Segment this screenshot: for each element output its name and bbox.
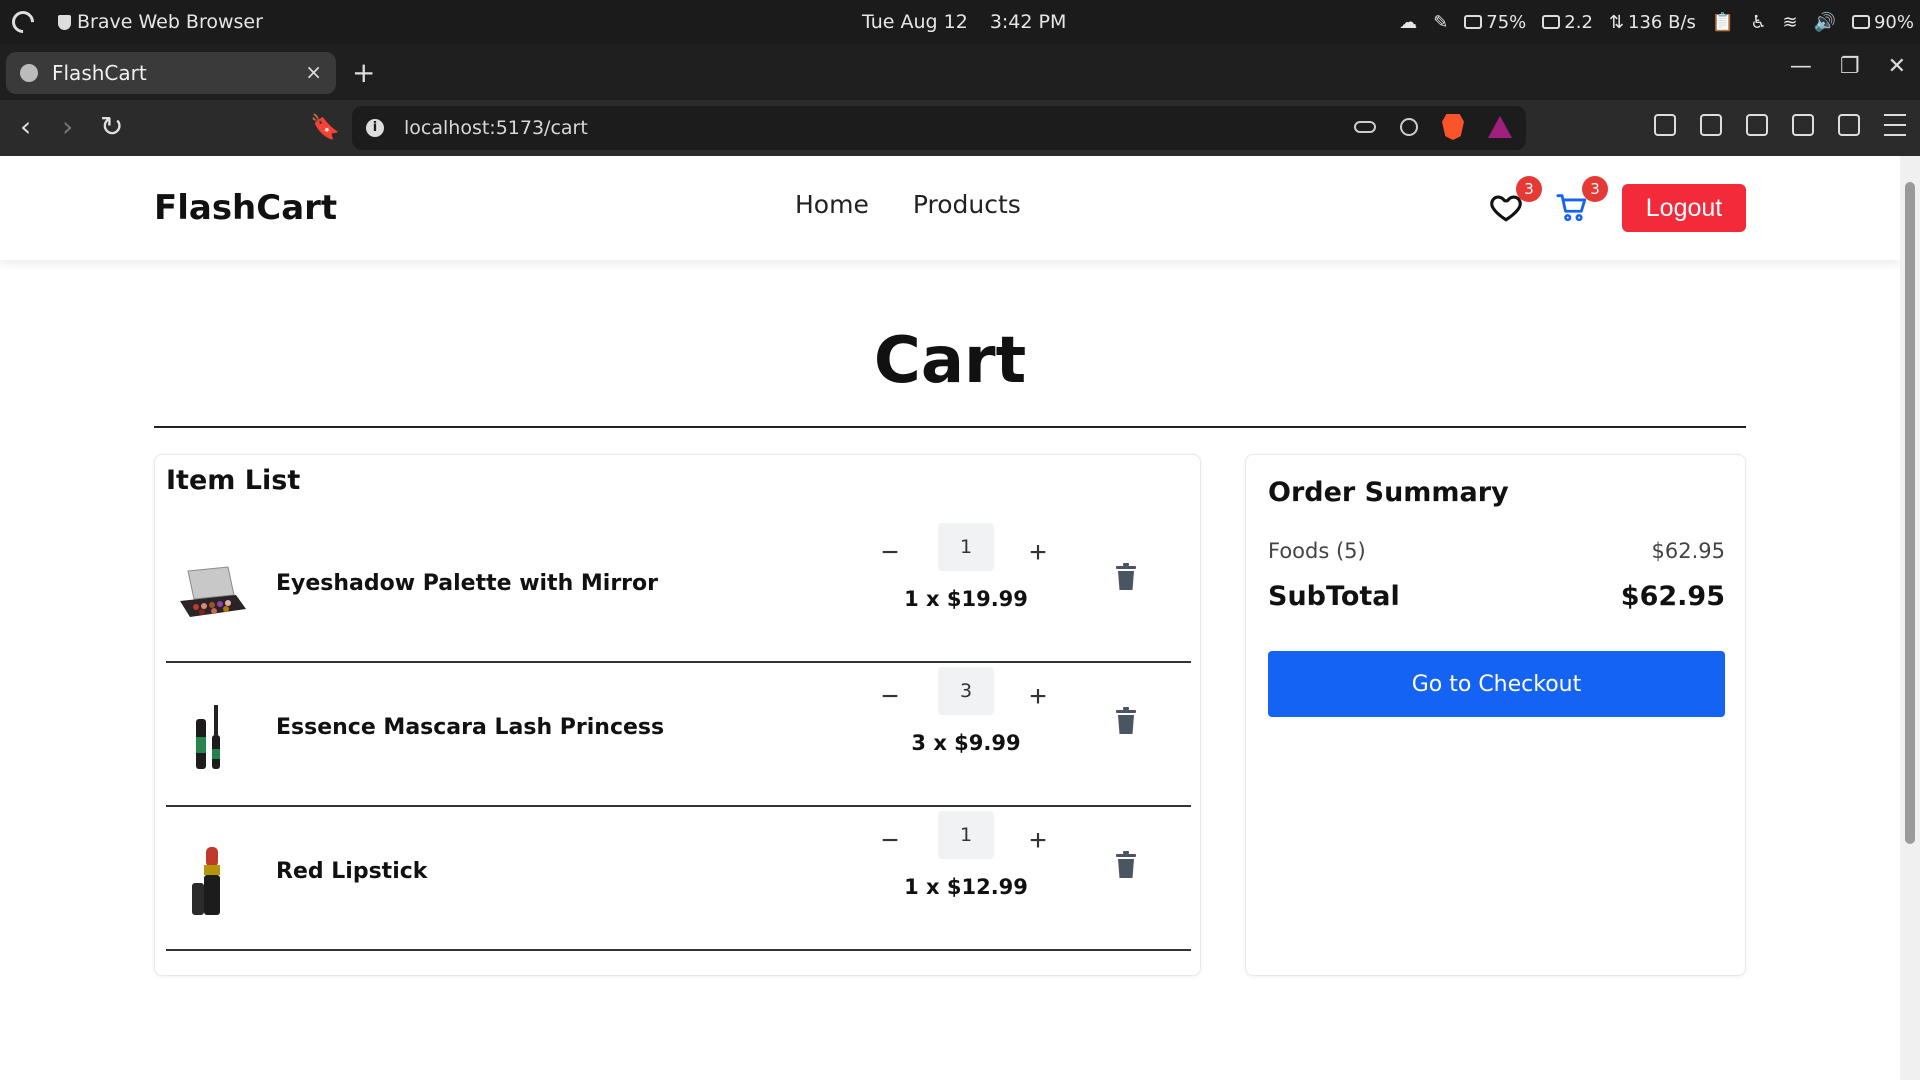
trash-icon[interactable] — [1114, 851, 1138, 879]
brave-shield-icon — [58, 14, 71, 30]
item-list-card: Item List Eyeshadow Palette with Mirror … — [154, 454, 1201, 976]
battery-icon — [1464, 15, 1483, 29]
cart-button[interactable]: 3 — [1554, 176, 1608, 226]
mascara-image — [196, 705, 220, 769]
item-price-line: 1 x $12.99 — [904, 875, 1028, 899]
title-divider — [154, 426, 1746, 428]
sidebar-toggle-icon[interactable] — [1746, 114, 1768, 136]
volume-icon[interactable]: 🔊 — [1814, 12, 1836, 33]
clipboard-icon[interactable]: 📋 — [1712, 12, 1734, 33]
wishlist-button[interactable]: 3 — [1488, 176, 1542, 226]
nav-products[interactable]: Products — [913, 190, 1021, 219]
order-summary-title: Order Summary — [1268, 477, 1509, 508]
site-header: FlashCart Home Products 3 3 Logout — [0, 156, 1900, 260]
close-window-icon[interactable]: ✕ — [1888, 54, 1906, 79]
trash-icon[interactable] — [1114, 563, 1138, 591]
wifi-icon[interactable]: ≋ — [1782, 12, 1797, 33]
accessibility-icon[interactable]: ♿ — [1750, 12, 1766, 33]
password-key-icon[interactable] — [1354, 121, 1376, 133]
item-price-line: 1 x $19.99 — [904, 587, 1028, 611]
browser-menu-icon[interactable] — [1884, 114, 1906, 136]
item-name[interactable]: Red Lipstick — [276, 859, 427, 884]
decrease-quantity-button[interactable]: − — [870, 821, 910, 861]
wallet-icon[interactable] — [1792, 114, 1814, 136]
brave-shields-icon[interactable] — [1442, 114, 1464, 140]
share-icon[interactable] — [1400, 118, 1418, 136]
os-clock[interactable]: Tue Aug 12 3:42 PM — [862, 0, 1066, 44]
os-app-name: Brave Web Browser — [77, 11, 263, 33]
monitor-icon — [1542, 15, 1561, 29]
os-date: Tue Aug 12 — [862, 11, 968, 33]
quantity-input[interactable] — [938, 667, 994, 715]
os-battery-indicator[interactable]: 75% — [1464, 12, 1526, 33]
nav-home[interactable]: Home — [795, 190, 869, 219]
decrease-quantity-button[interactable]: − — [870, 533, 910, 573]
page-title: Cart — [873, 324, 1027, 398]
decrease-quantity-button[interactable]: − — [870, 677, 910, 717]
new-tab-button[interactable]: + — [352, 56, 375, 89]
item-list-title: Item List — [166, 465, 301, 496]
foods-row: Foods (5) $62.95 — [1268, 539, 1725, 563]
url-text: localhost:5173/cart — [404, 117, 588, 139]
address-bar[interactable]: i localhost:5173/cart — [352, 106, 1526, 150]
subtotal-value: $62.95 — [1620, 581, 1725, 612]
cart-count-badge: 3 — [1582, 176, 1608, 202]
brand-logo[interactable]: FlashCart — [154, 188, 337, 228]
os-top-bar: Brave Web Browser Tue Aug 12 3:42 PM ☁ ✎… — [0, 0, 1920, 44]
browser-toolbar: ‹ › ↻ 🔖 i localhost:5173/cart — [0, 100, 1920, 156]
site-info-icon[interactable]: i — [366, 119, 384, 137]
reload-icon[interactable]: ↻ — [100, 112, 123, 142]
restore-icon[interactable]: ❐ — [1840, 54, 1860, 79]
cart-item-row: Red Lipstick − + 1 x $12.99 — [166, 807, 1191, 951]
item-name[interactable]: Eyeshadow Palette with Mirror — [276, 571, 658, 596]
tab-title: FlashCart — [52, 61, 147, 85]
network-arrows-icon: ⇅ — [1608, 11, 1625, 33]
increase-quantity-button[interactable]: + — [1018, 533, 1058, 573]
logout-button[interactable]: Logout — [1622, 184, 1746, 232]
foods-label: Foods (5) — [1268, 539, 1366, 563]
page-scrollbar[interactable] — [1900, 156, 1920, 1080]
minimize-icon[interactable]: — — [1790, 54, 1812, 79]
os-battery[interactable]: 90% — [1851, 12, 1914, 33]
os-load-indicator[interactable]: 2.2 — [1542, 12, 1593, 33]
screenshot-icon[interactable] — [1700, 114, 1722, 136]
close-tab-icon[interactable]: × — [305, 60, 322, 84]
cart-item-row: Eyeshadow Palette with Mirror − + 1 x $1… — [166, 519, 1191, 663]
eyeshadow-palette-image — [180, 566, 246, 617]
os-cloud-icon[interactable]: ☁ — [1399, 12, 1417, 33]
main-nav: Home Products — [795, 190, 1021, 219]
quantity-input[interactable] — [938, 811, 994, 859]
back-icon[interactable]: ‹ — [20, 112, 31, 142]
os-logo-icon[interactable] — [7, 6, 39, 38]
cart-item-row: Essence Mascara Lash Princess − + 3 x $9… — [166, 663, 1191, 807]
brave-rewards-icon[interactable] — [1488, 116, 1512, 138]
increase-quantity-button[interactable]: + — [1018, 821, 1058, 861]
page-viewport: FlashCart Home Products 3 3 Logout Cart … — [0, 156, 1900, 1080]
checkout-button[interactable]: Go to Checkout — [1268, 651, 1725, 717]
os-network-indicator[interactable]: ⇅ 136 B/s — [1609, 12, 1696, 33]
subtotal-label: SubTotal — [1268, 581, 1400, 612]
os-pen-icon[interactable]: ✎ — [1433, 12, 1448, 33]
browser-tab-bar: FlashCart × + — ❐ ✕ — [0, 44, 1920, 100]
subtotal-row: SubTotal $62.95 — [1268, 581, 1725, 612]
order-summary-card: Order Summary Foods (5) $62.95 SubTotal … — [1245, 454, 1746, 976]
globe-icon — [20, 64, 38, 82]
scrollbar-thumb[interactable] — [1905, 182, 1915, 844]
wishlist-count-badge: 3 — [1516, 176, 1542, 202]
os-time: 3:42 PM — [989, 11, 1067, 33]
forward-icon[interactable]: › — [62, 112, 73, 142]
foods-value: $62.95 — [1651, 539, 1725, 563]
tab-flashcart[interactable]: FlashCart × — [6, 52, 336, 94]
leo-ai-icon[interactable] — [1838, 114, 1860, 136]
item-price-line: 3 x $9.99 — [911, 731, 1021, 755]
os-active-app[interactable]: Brave Web Browser — [58, 11, 263, 33]
battery-icon — [1851, 15, 1870, 29]
trash-icon[interactable] — [1114, 707, 1138, 735]
bookmark-icon[interactable]: 🔖 — [310, 112, 340, 142]
increase-quantity-button[interactable]: + — [1018, 677, 1058, 717]
item-name[interactable]: Essence Mascara Lash Princess — [276, 715, 664, 740]
lipstick-image — [192, 847, 220, 915]
extensions-icon[interactable] — [1654, 114, 1676, 136]
quantity-input[interactable] — [938, 523, 994, 571]
